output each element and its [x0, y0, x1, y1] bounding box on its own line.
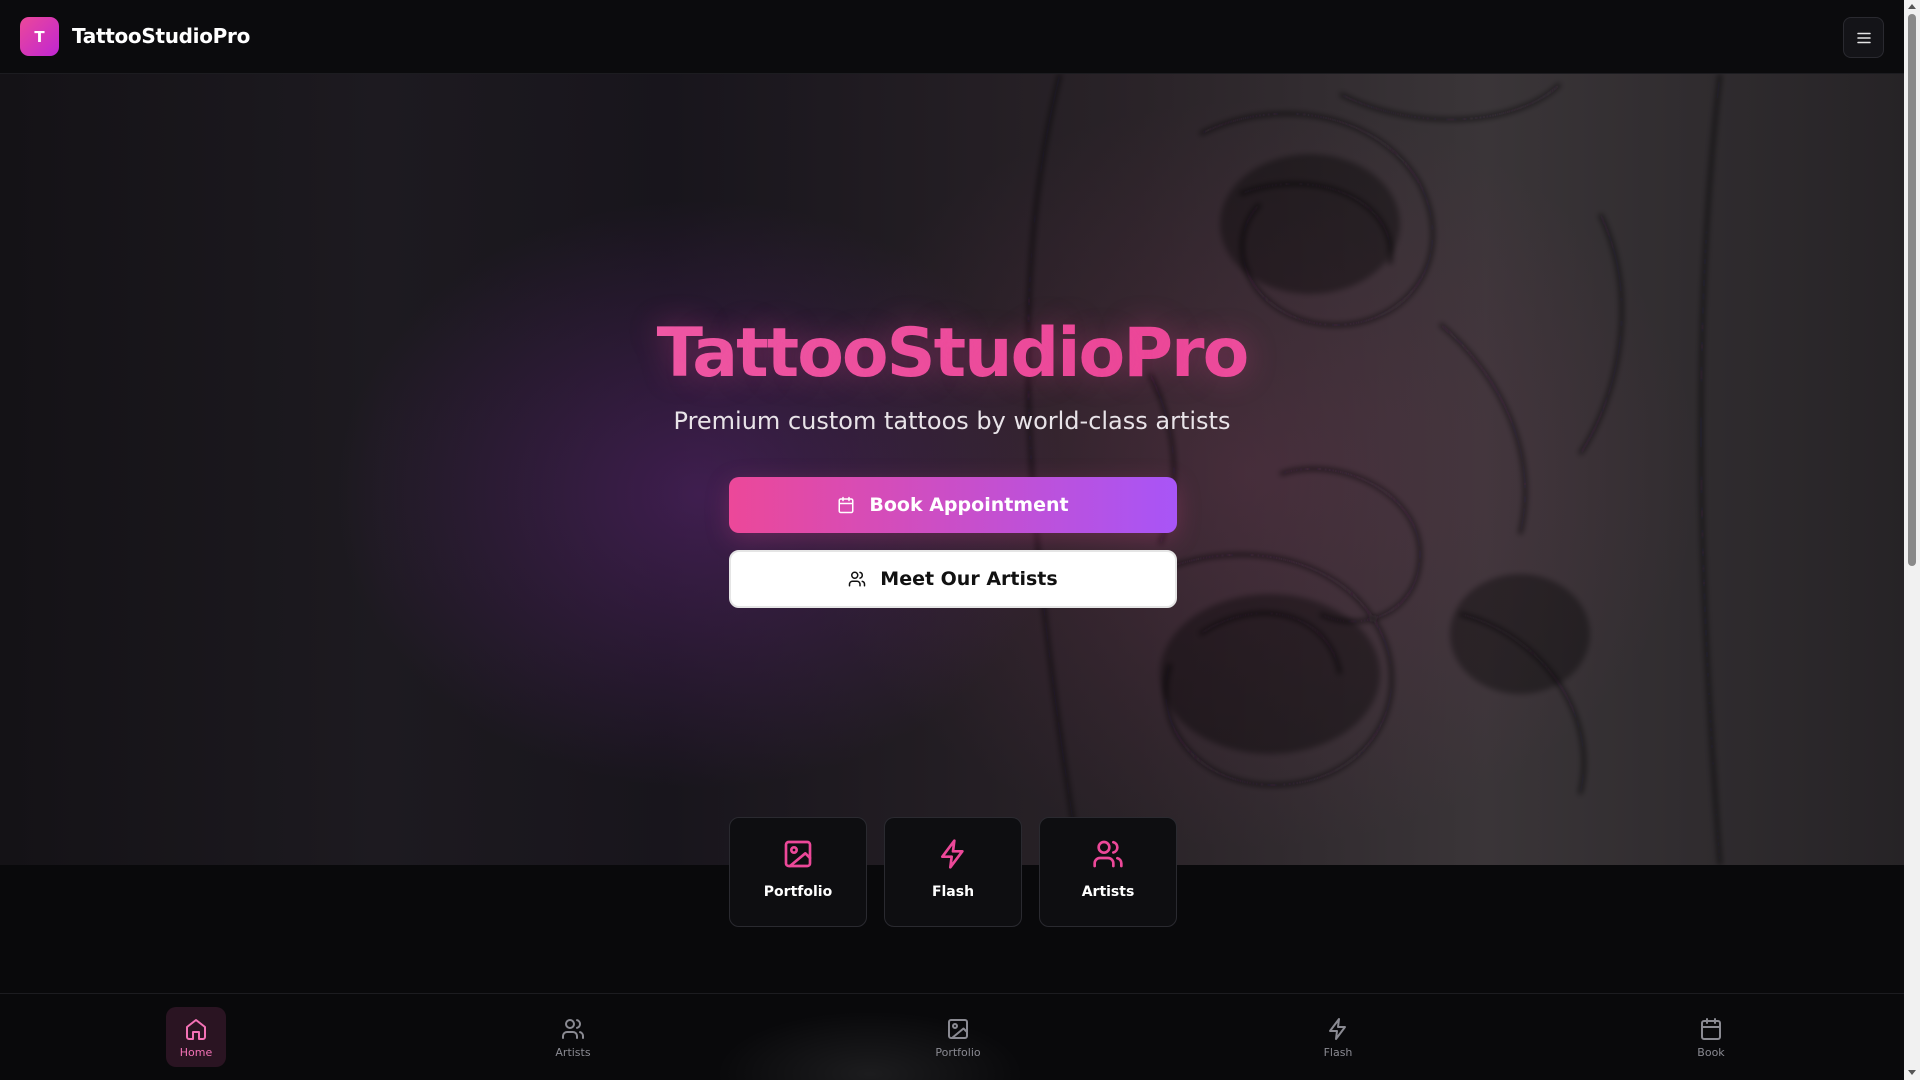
top-bar: T TattooStudioPro	[0, 0, 1904, 74]
scroll-up-arrow-icon[interactable]	[1908, 4, 1916, 9]
meet-our-artists-label: Meet Our Artists	[880, 568, 1058, 590]
nav-item-label: Artists	[555, 1046, 591, 1059]
lightning-icon	[1329, 1018, 1346, 1040]
menu-icon	[1856, 32, 1871, 43]
page-scrollbar[interactable]	[1904, 0, 1920, 1080]
hero-background-tattoo-image	[1026, 74, 1722, 865]
nav-item-artists[interactable]: Artists	[543, 1007, 603, 1067]
app-page: T TattooStudioPro TattooStudioPro Premiu…	[0, 0, 1920, 1080]
quick-link-flash[interactable]: Flash	[884, 817, 1022, 927]
home-icon	[186, 1019, 206, 1040]
image-icon	[784, 840, 812, 868]
nav-item-book[interactable]: Book	[1681, 1007, 1741, 1067]
users-icon	[849, 571, 866, 587]
nav-item-label: Book	[1697, 1046, 1725, 1059]
logo-letter: T	[34, 27, 45, 46]
hero-section: TattooStudioPro Premium custom tattoos b…	[0, 74, 1904, 865]
scroll-down-arrow-icon[interactable]	[1908, 1070, 1916, 1075]
brand-logo[interactable]: T	[20, 17, 59, 56]
quick-link-label: Portfolio	[763, 884, 833, 900]
quick-link-artists[interactable]: Artists	[1039, 817, 1177, 927]
brand-name[interactable]: TattooStudioPro	[72, 24, 250, 48]
quick-link-portfolio[interactable]: Portfolio	[729, 817, 867, 927]
hero-title: TattooStudioPro	[0, 314, 1904, 393]
nav-item-label: Portfolio	[935, 1046, 981, 1059]
menu-button[interactable]	[1843, 17, 1884, 58]
calendar-icon	[838, 496, 854, 514]
scrollbar-thumb[interactable]	[1908, 14, 1916, 566]
calendar-icon	[1701, 1018, 1721, 1040]
bottom-navigation: Home Artists Portfolio Flash Book	[0, 993, 1904, 1080]
nav-item-portfolio[interactable]: Portfolio	[928, 1007, 988, 1067]
book-appointment-label: Book Appointment	[869, 494, 1069, 516]
quick-link-label: Flash	[931, 884, 975, 900]
lightning-icon	[941, 839, 964, 869]
meet-our-artists-button[interactable]: Meet Our Artists	[729, 550, 1177, 608]
image-icon	[948, 1019, 968, 1039]
users-icon	[1093, 840, 1123, 868]
hero-subtitle: Premium custom tattoos by world-class ar…	[673, 407, 1231, 435]
nav-item-label: Home	[179, 1046, 213, 1059]
users-icon	[562, 1019, 584, 1039]
quick-link-label: Artists	[1081, 884, 1135, 900]
nav-item-home[interactable]: Home	[166, 1007, 226, 1067]
book-appointment-button[interactable]: Book Appointment	[729, 477, 1177, 533]
nav-item-flash[interactable]: Flash	[1308, 1007, 1368, 1067]
nav-item-label: Flash	[1323, 1046, 1353, 1059]
